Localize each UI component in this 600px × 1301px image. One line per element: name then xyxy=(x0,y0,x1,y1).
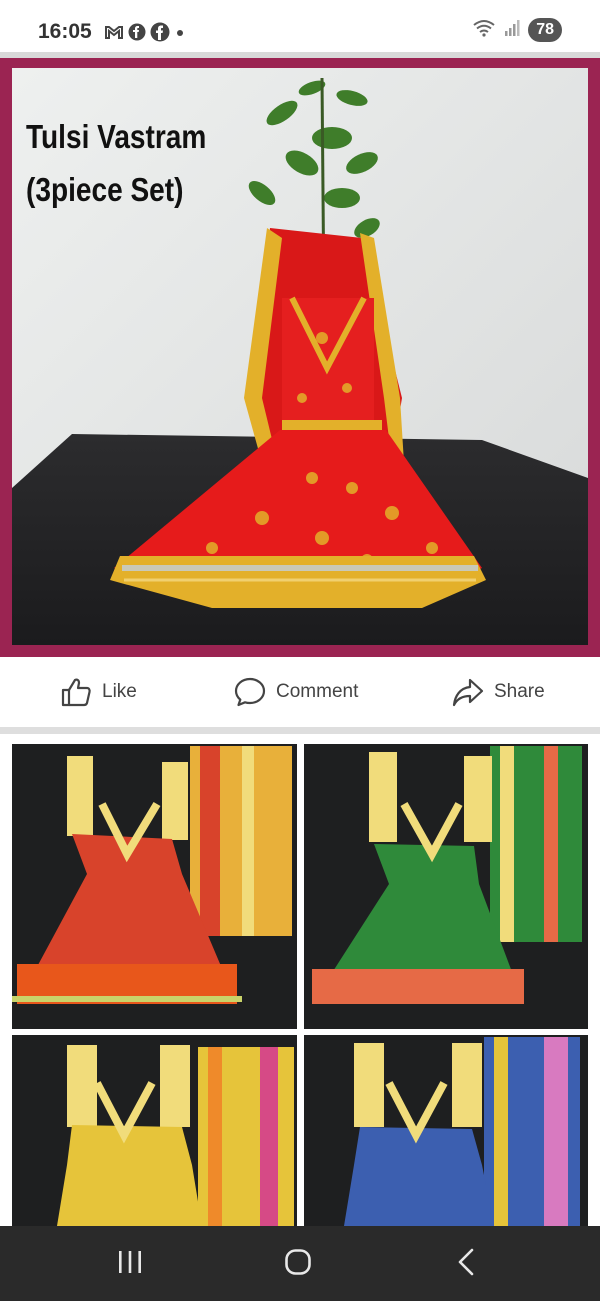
recent-apps-icon xyxy=(116,1249,144,1280)
home-icon xyxy=(284,1248,312,1281)
comment-icon xyxy=(234,677,266,707)
post-title-line2: (3piece Set) xyxy=(26,171,184,208)
product-photo: Tulsi Vastram (3piece Set) xyxy=(12,68,588,645)
comment-label: Comment xyxy=(276,681,359,702)
vastram-yellow-photo xyxy=(12,1035,297,1226)
post-title-line1: Tulsi Vastram xyxy=(26,118,207,155)
status-bar: 16:05 78 xyxy=(0,0,600,52)
back-icon xyxy=(455,1248,477,1281)
wifi-icon xyxy=(472,19,496,42)
dot-icon xyxy=(174,26,186,44)
recent-apps-button[interactable] xyxy=(100,1246,160,1282)
home-button[interactable] xyxy=(268,1246,328,1282)
messenger-icon xyxy=(128,23,146,46)
system-icons: 78 xyxy=(472,18,562,42)
thumbs-up-icon xyxy=(60,677,92,707)
share-label: Share xyxy=(494,681,545,702)
post-image[interactable]: Tulsi Vastram (3piece Set) xyxy=(0,58,600,657)
gallery-item-orange[interactable] xyxy=(12,744,297,1029)
comment-button[interactable]: Comment xyxy=(234,657,358,727)
facebook-icon xyxy=(150,22,170,47)
divider xyxy=(0,727,600,734)
post-actions: Like Comment Share xyxy=(0,657,600,727)
vastram-orange-photo xyxy=(12,744,297,1029)
like-button[interactable]: Like xyxy=(60,657,137,727)
status-time: 16:05 xyxy=(38,20,92,43)
signal-icon xyxy=(504,19,520,42)
share-icon xyxy=(452,677,484,707)
battery-icon: 78 xyxy=(528,18,562,42)
system-nav-bar xyxy=(0,1226,600,1301)
vastram-green-photo xyxy=(304,744,588,1029)
vastram-blue-photo xyxy=(304,1035,588,1226)
gallery-item-blue[interactable] xyxy=(304,1035,588,1226)
share-button[interactable]: Share xyxy=(452,657,545,727)
like-label: Like xyxy=(102,681,137,702)
post-title: Tulsi Vastram (3piece Set) xyxy=(26,110,206,216)
gallery-item-green[interactable] xyxy=(304,744,588,1029)
gallery-item-yellow[interactable] xyxy=(12,1035,297,1226)
back-button[interactable] xyxy=(436,1246,496,1282)
product-gallery xyxy=(0,734,600,1226)
gmail-icon xyxy=(104,24,124,45)
notification-icons xyxy=(104,22,186,47)
